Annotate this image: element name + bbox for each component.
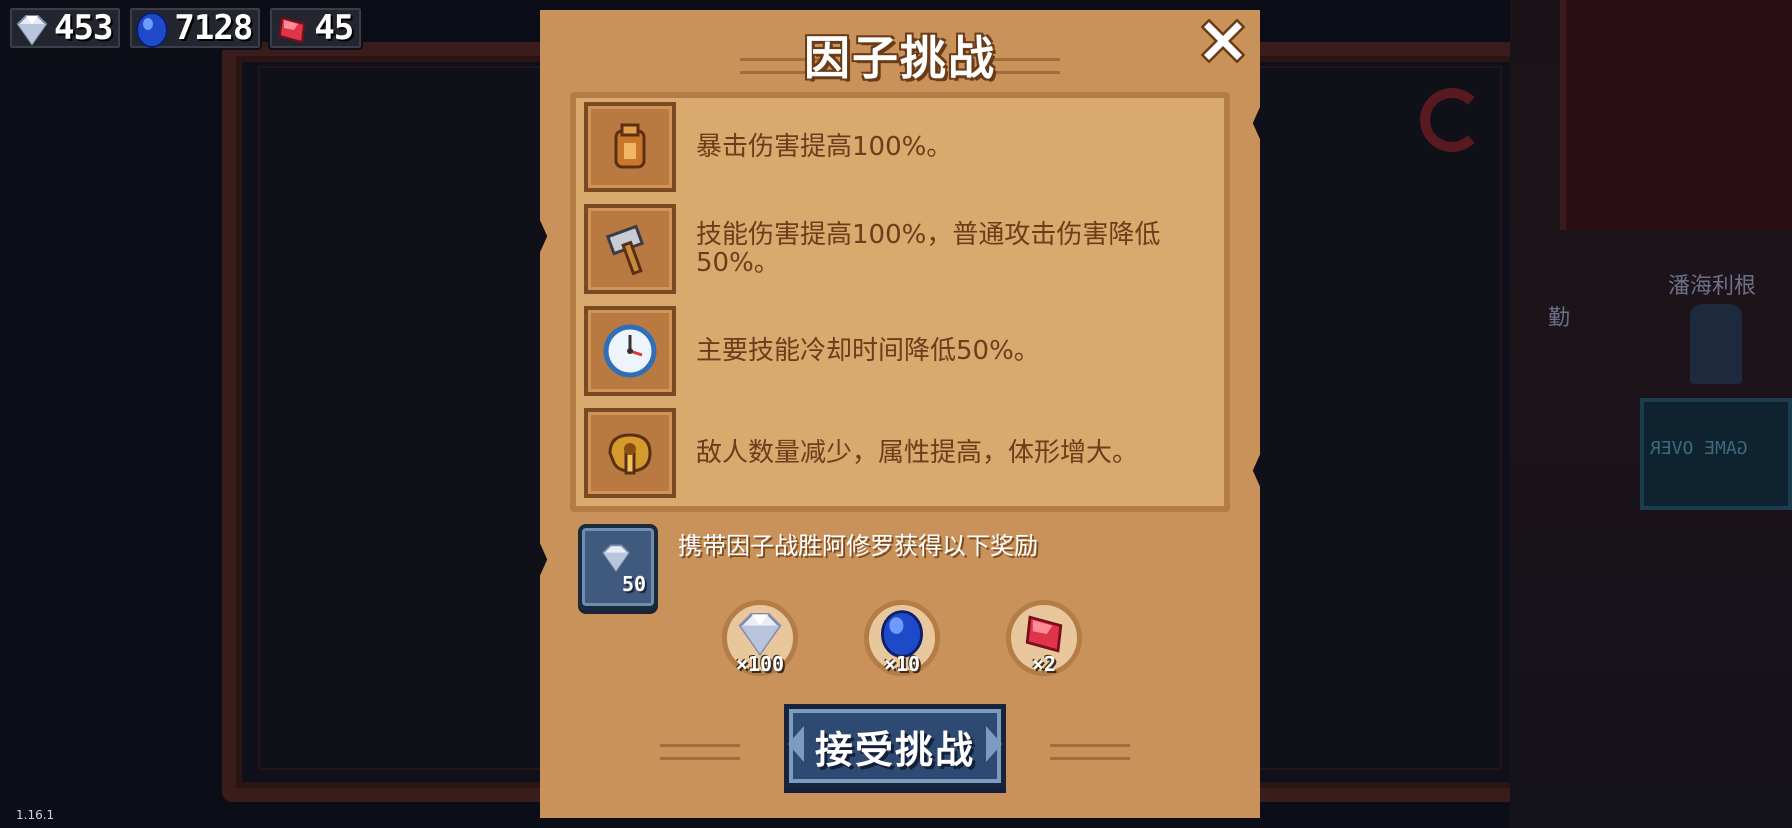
background-banner <box>1560 0 1792 230</box>
bottom-ornament-left <box>660 744 740 760</box>
button-arrow-left-icon <box>788 726 804 762</box>
factor-row: 敌人数量减少，属性提高，体形增大。 <box>584 406 1224 500</box>
reward-medal: ×2 <box>974 590 1114 686</box>
factor-icon-frame <box>584 204 676 294</box>
factor-icon-frame <box>584 306 676 396</box>
diamond-count: 453 <box>54 8 113 48</box>
horn-icon <box>608 433 652 475</box>
currency-ruby: 45 <box>268 6 364 50</box>
factor-row: 技能伤害提高100%，普通攻击伤害降低50%。 <box>584 202 1224 296</box>
currency-diamond: 453 <box>8 6 123 50</box>
bottom-ornament-right <box>1050 744 1130 760</box>
reward-count: ×100 <box>735 652 785 676</box>
factor-row: 暴击伤害提高100%。 <box>584 100 1224 194</box>
dialog-title: 因子挑战 <box>804 31 996 85</box>
factor-icon-frame <box>584 408 676 498</box>
counter-sign: GAME OVER <box>1650 438 1748 459</box>
factor-row: 主要技能冷却时间降低50%。 <box>584 304 1224 398</box>
factor-icon-frame <box>584 102 676 192</box>
armor-vest-icon <box>614 123 646 169</box>
factor-cost-value: 50 <box>622 572 647 596</box>
factor-text: 主要技能冷却时间降低50%。 <box>696 336 1040 366</box>
ruby-count: 45 <box>314 8 354 48</box>
factor-list: 暴击伤害提高100%。 技能伤害提高100%，普通攻击伤害降低50%。 主要技能… <box>570 92 1230 512</box>
ruby-icon <box>279 16 306 44</box>
factor-text: 技能伤害提高100%，普通攻击伤害降低50%。 <box>696 220 1161 278</box>
diamond-icon <box>602 544 630 573</box>
reward-description: 携带因子战胜阿修罗获得以下奖励 <box>678 532 1038 560</box>
npc-side-label: 勤 <box>1548 306 1571 331</box>
close-icon <box>1201 19 1245 63</box>
accept-challenge-label: 接受挑战 <box>814 727 975 772</box>
background-arrow-icon <box>1420 88 1484 152</box>
sapphire-count: 7128 <box>174 8 253 48</box>
currency-bar: 453 7128 45 <box>8 6 364 52</box>
factor-text: 敌人数量减少，属性提高，体形增大。 <box>696 438 1139 468</box>
version-label: 1.16.1 <box>16 808 55 822</box>
factor-cost-badge: 50 <box>578 524 658 610</box>
npc-sprite <box>1690 304 1742 384</box>
sapphire-icon <box>136 12 169 48</box>
accept-challenge-button[interactable]: 接受挑战 <box>784 704 1006 788</box>
factor-text: 暴击伤害提高100%。 <box>696 132 953 162</box>
clock-icon <box>603 324 657 378</box>
reward-count: ×2 <box>1031 652 1057 676</box>
reward-count: ×10 <box>883 652 921 676</box>
npc-name: 潘海利根 <box>1668 274 1757 299</box>
close-button[interactable] <box>1196 14 1250 68</box>
button-arrow-right-icon <box>986 726 1002 762</box>
diamond-icon <box>16 15 48 46</box>
currency-sapphire: 7128 <box>128 6 263 50</box>
hammer-icon <box>605 224 645 276</box>
reward-medal: ×100 <box>690 590 830 686</box>
reward-medal: ×10 <box>832 590 972 686</box>
